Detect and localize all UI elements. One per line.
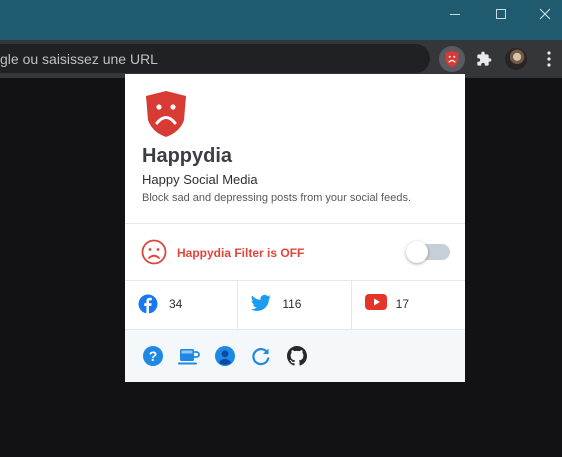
extension-popup: Happydia Happy Social Media Block sad an…	[125, 74, 465, 382]
coffee-icon[interactable]	[178, 345, 200, 367]
filter-status-label: Happydia Filter is OFF	[177, 246, 305, 260]
browser-toolbar: gle ou saisissez une URL	[0, 40, 562, 78]
maximize-icon[interactable]	[478, 0, 524, 28]
popup-header: Happydia Happy Social Media Block sad an…	[125, 74, 465, 224]
stat-youtube: 17	[352, 281, 465, 330]
filter-toggle[interactable]	[406, 241, 450, 263]
avatar-image	[505, 48, 527, 70]
youtube-icon	[364, 294, 387, 315]
facebook-count: 34	[169, 297, 183, 311]
svg-text:?: ?	[149, 348, 158, 364]
refresh-icon[interactable]	[250, 345, 272, 367]
avatar[interactable]	[503, 46, 529, 72]
happydia-logo-icon	[143, 90, 189, 143]
user-icon[interactable]	[214, 345, 236, 367]
minimize-icon[interactable]	[432, 0, 478, 28]
twitter-icon	[251, 294, 271, 317]
app-description: Block sad and depressing posts from your…	[142, 192, 412, 204]
youtube-count: 17	[395, 297, 410, 311]
github-icon[interactable]	[286, 345, 308, 367]
app-name: Happydia	[142, 145, 233, 167]
happydia-extension-icon[interactable]	[439, 46, 465, 72]
stat-twitter: 116	[238, 281, 352, 330]
filter-status-row: Happydia Filter is OFF	[125, 224, 465, 281]
twitter-count: 116	[282, 297, 302, 311]
window-titlebar	[0, 0, 562, 40]
more-vert-icon[interactable]	[536, 46, 562, 72]
close-icon[interactable]	[522, 0, 562, 28]
popup-footer: ?	[125, 330, 465, 382]
app-tagline: Happy Social Media	[142, 172, 258, 187]
puzzle-icon[interactable]	[471, 46, 497, 72]
help-icon[interactable]: ?	[142, 345, 164, 367]
address-bar-text: gle ou saisissez une URL	[0, 51, 158, 67]
toggle-knob	[406, 241, 428, 263]
stat-facebook: 34	[125, 281, 239, 330]
stats-row: 34 116 17	[125, 281, 465, 330]
sad-face-icon	[141, 239, 167, 270]
facebook-icon	[138, 294, 158, 319]
address-bar[interactable]: gle ou saisissez une URL	[0, 44, 430, 73]
